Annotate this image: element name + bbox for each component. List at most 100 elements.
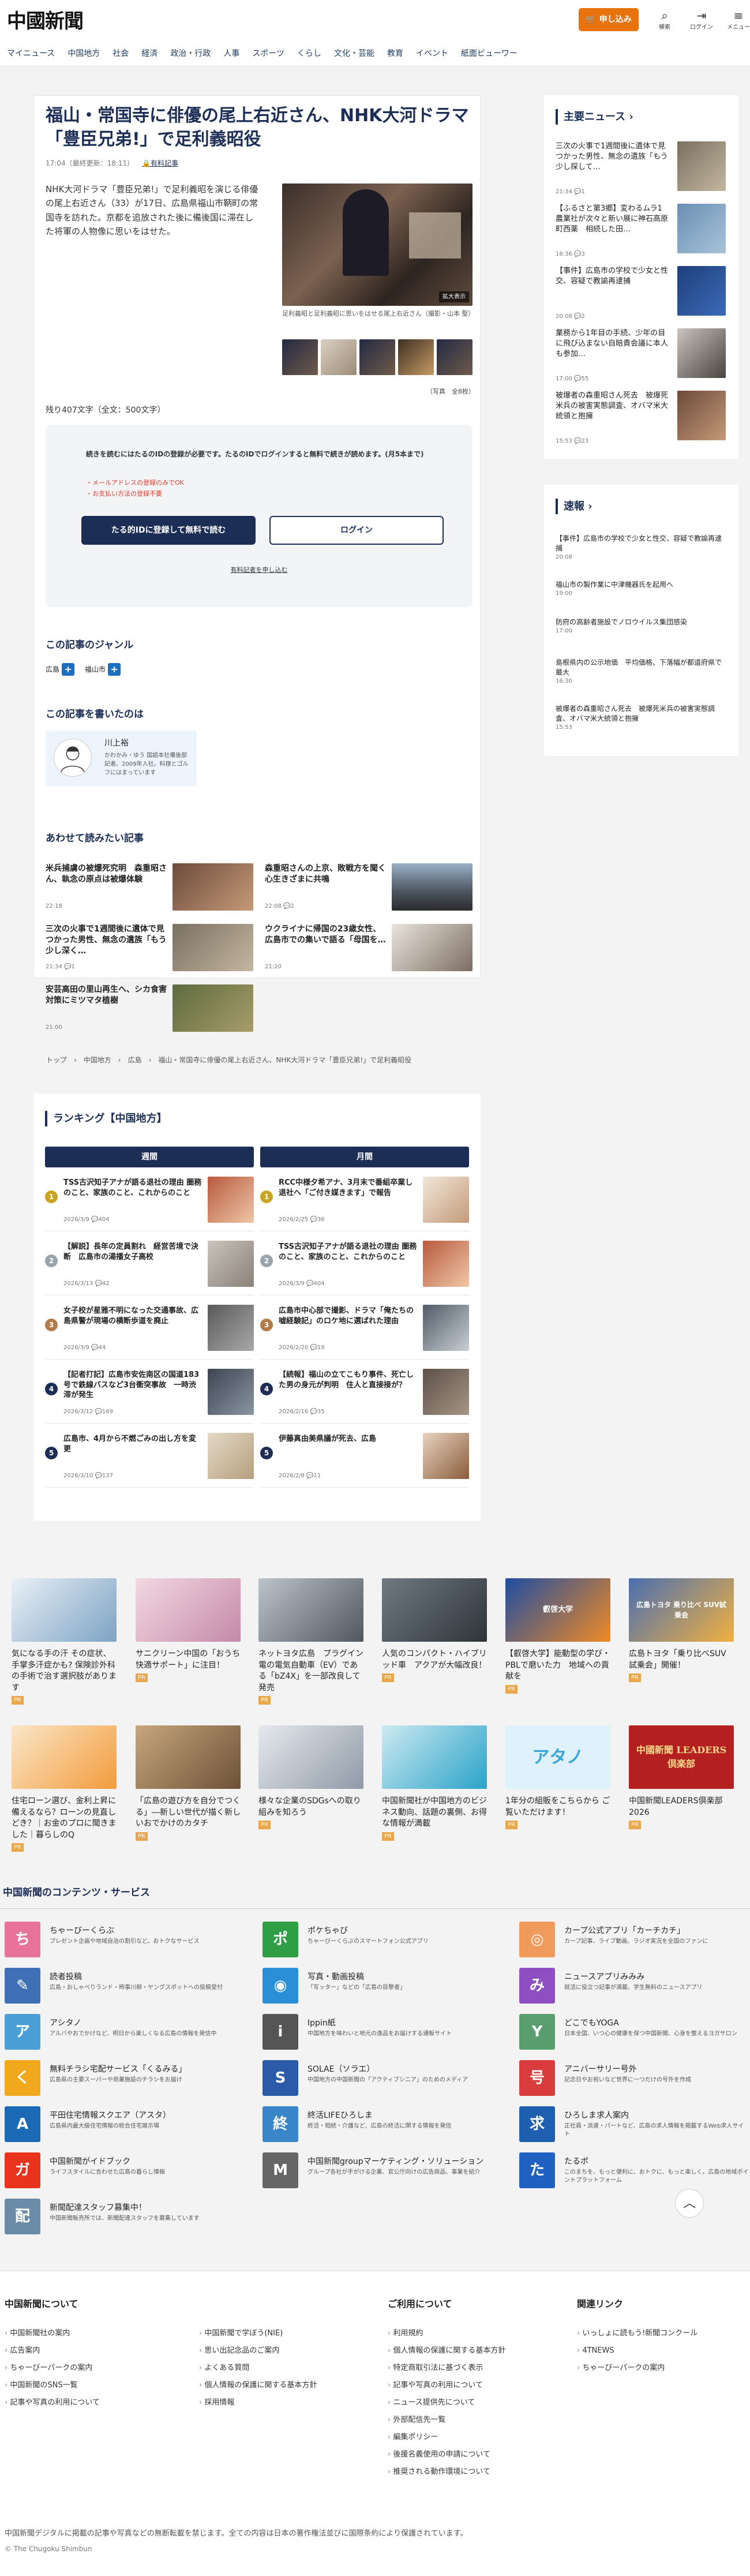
breaking-item[interactable]: 【事件】広島市の学校で少女と性交、容疑で教諭再逮捕 20:08 [556, 534, 726, 561]
service-item[interactable]: A 平田住宅情報スクエア（アスタ） 広島県内最大級住宅情報の総合住宅展示場 [5, 2106, 247, 2147]
follow-plus-icon[interactable]: + [108, 663, 121, 676]
related-article[interactable]: 森重昭さんの上京、敗戦方を聞く心生きざまに共鳴 22:08 💬2 [265, 863, 472, 915]
service-item[interactable]: ◎ カープ公式アプリ「カーチカチ」 カープ記事、ライブ動画、ラジオ実況を全国のファン… [519, 1922, 750, 1962]
ad-tile[interactable]: 広島トヨタ 乗り比べ SUV試乗会 広島トヨタ「乗り比べSUV試乗会」開催！ PR [629, 1578, 734, 1699]
service-item[interactable]: 終 終活LIFEひろしま 終活・相続・介護など、広島の終活に関する情報を発信 [262, 2106, 505, 2147]
service-item[interactable]: S SOLAE（ソラエ） 中国地方の中国新聞の「アクティブシニア」のためのメディア [262, 2060, 505, 2101]
site-logo[interactable]: 中國新聞 [7, 7, 84, 36]
back-to-top-button[interactable]: ︿ [675, 2189, 704, 2218]
footer-link[interactable]: 思い出記念品のご案内 [199, 2342, 317, 2360]
footer-link[interactable]: 採用情報 [199, 2394, 317, 2412]
footer-link[interactable]: 4TNEWS [577, 2342, 697, 2360]
ranking-item[interactable]: 3 女子校が星雅不明になった交通事故、広島県警が現場の横断歩道を廃止 2026/3/… [45, 1296, 254, 1360]
footer-link[interactable]: 個人情報の保護に関する基本方針 [388, 2342, 505, 2360]
footer-link[interactable]: いっしょに読もう!新聞コンクール [577, 2325, 697, 2342]
thumbnail[interactable] [321, 339, 357, 375]
login-button[interactable]: ⇥ ログイン [687, 8, 717, 33]
ranking-item[interactable]: 2 TSS古沢知子アナが語る退社の理由 圏務のこと、家族のこと、これからのこと 20… [260, 1231, 469, 1296]
footer-link[interactable]: 中国新聞のSNS一覧 [5, 2377, 100, 2394]
ad-tile[interactable]: アタノ 1年分の組販をこちらから ご覧いただけます！ PR [505, 1725, 610, 1847]
nav-item[interactable]: スポーツ [252, 48, 284, 60]
nav-item[interactable]: 経済 [141, 48, 158, 60]
breaking-item[interactable]: 島根県内の公示地価 平均価格、下落幅が都道府県で最大 16:30 [556, 658, 726, 686]
ranking-item[interactable]: 4 【続報】福山の立てこもり事件、死亡した男の身元が判明 住人と直接接が？ 2026… [260, 1360, 469, 1424]
footer-link[interactable]: 利用規約 [388, 2325, 505, 2342]
ad-tile[interactable]: 人気のコンパクト・ハイブリッド車 アクアが大幅改良！ PR [382, 1578, 487, 1699]
footer-link[interactable]: よくある質問 [199, 2360, 317, 2377]
menu-button[interactable]: ≡ メニュー [723, 8, 750, 33]
service-item[interactable]: ✎ 読者投稿 広島・おしゃべりランド・時事川柳・ヤングスポットへの投稿受付 [5, 1968, 247, 2008]
ad-tile[interactable]: 住宅ローン選び、金利上昇に備えるなら？ローンの見直しどき？｜お金のプロに聞きまし… [12, 1725, 117, 1852]
service-item[interactable]: ガ 中国新聞がイドブック ライフスタイルに合わせた広島の暮らし情報 [5, 2152, 247, 2193]
service-item[interactable]: たたるポ このまちを、もっと便利に、おトクに、もっと楽しく。広島の地域ポイントプラ… [519, 2152, 750, 2193]
paid-tag[interactable]: 🔒有料記事 [142, 159, 178, 167]
ad-tile[interactable]: 様々な企業のSDGsへの取り組みを知ろう PR [258, 1725, 363, 1847]
service-item[interactable]: Y どこでもYOGA 日本全国、いつ心の健康を保つ中国新聞、心身を整えるヨガサロン [519, 2014, 750, 2054]
service-item[interactable]: M 中国新聞groupマーケティング・ソリューション グループ各社が手がける企業、官… [262, 2152, 505, 2193]
news-item[interactable]: 【事件】広島市の学校で少女と性交、容疑で教諭再逮捕 20:08 💬2 [556, 266, 726, 326]
news-item[interactable]: 三次の火事で1週間後に遺体で見つかった男性、無念の遺族「もう少し探して… 21:3… [556, 141, 726, 201]
nav-item[interactable]: 教育 [387, 48, 403, 60]
footer-link[interactable]: ちゃーびーパークの案内 [5, 2360, 100, 2377]
nav-item[interactable]: 政治・行政 [170, 48, 211, 60]
news-item[interactable]: 業務から1年目の手続、少年の目に飛び込まない自賠責会議に本人も参加… 17:00 … [556, 328, 726, 388]
service-item[interactable]: 求ひろしま求人案内 正社員・派遣・パートなど、広島の求人情報を掲載するWeb求人サ… [519, 2106, 750, 2147]
footer-link[interactable]: 記事や写真の利用について [388, 2377, 505, 2394]
tab-weekly[interactable]: 週間 [45, 1147, 254, 1167]
footer-link[interactable]: 中国新聞で学ぼう(NIE) [199, 2325, 317, 2342]
service-item[interactable]: く 無料チラシ宅配サービス「くるみる」 広島県の主要スーパーや商業施設のチラシをお届… [5, 2060, 247, 2101]
footer-link[interactable]: 推奨される動作環境について [388, 2463, 505, 2481]
search-button[interactable]: ⌕ 検索 [650, 8, 680, 33]
nav-item[interactable]: 紙面ビューワー [461, 48, 518, 60]
footer-link[interactable]: 外部配信先一覧 [388, 2412, 505, 2429]
footer-link[interactable]: ちゃーびーパークの案内 [577, 2360, 697, 2377]
nav-item[interactable]: 文化・芸能 [334, 48, 374, 60]
ranking-item[interactable]: 2 【解説】長年の定員割れ 経営苦境で決断 広島市の湯播女子高校 2026/3/13… [45, 1231, 254, 1296]
tab-monthly[interactable]: 月間 [260, 1147, 469, 1167]
main-news-heading[interactable]: 主要ニュース › [556, 109, 633, 125]
thumbnail[interactable] [437, 339, 472, 375]
footer-link[interactable]: 後援名義使用の申請について [388, 2446, 505, 2463]
breadcrumb[interactable]: トップ › 中国地方 › 広島 › 福山・常国寺に俳優の尾上右近さん、NHK大河… [46, 1055, 411, 1065]
nav-item[interactable]: イベント [416, 48, 448, 60]
ad-tile[interactable]: ネットヨタ広島 プラグイン電の電気自動車（EV）である「bZ4X」を一部改良して… [258, 1578, 363, 1705]
nav-item[interactable]: 中国地方 [68, 48, 100, 60]
related-article[interactable]: 安芸高田の里山再生へ、シカ食害対策にミツマタ植樹 21:00 [46, 984, 253, 1036]
footer-link[interactable]: 個人情報の保護に関する基本方針 [199, 2377, 317, 2394]
ranking-item[interactable]: 4 【記者打記】広島市安佐南区の国道183号で鉄線バスなど3台衝突事故 一時渋滞が… [45, 1360, 254, 1424]
ad-tile[interactable]: 「広島の遊び方を自分でつくる」―新しい世代が描く新しいおでかけのカタチ PR [136, 1725, 241, 1847]
news-item[interactable]: 被爆者の森重昭さん死去 被爆死米兵の被害実態調査、オバマ米大統領と抱擁 15:53… [556, 391, 726, 451]
ranking-item[interactable]: 1 TSS古沢知子アナが語る退社の理由 圏務のこと、家族のこと、これからのこと 20… [45, 1167, 254, 1231]
breaking-item[interactable]: 被爆者の森重昭さん死去 被爆死米兵の被害実態調査、オバマ米大統領と抱擁 15:53 [556, 704, 726, 732]
related-article[interactable]: ウクライナに帰国の23歳女性、広島市での集いで語る「母国を… 21:20 [265, 924, 472, 976]
genre-tag[interactable]: 福山市 [85, 664, 106, 675]
service-item[interactable]: ア アシタノ アルバやおでかけなど、明日から楽しくなる広島の情報を発信中 [5, 2014, 247, 2054]
ad-tile[interactable]: 中国新聞社が中国地方のビジネス動向、話題の裏側、お得な情報が満載 PR [382, 1725, 487, 1847]
service-item[interactable]: ポ ポケちゃび ちゃーびーくらぶのスマートフォン公式アプリ [262, 1922, 505, 1962]
service-item[interactable]: i Ippin紙 中国地方を味わいと地元の逸品をお届けする通販サイト [262, 2014, 505, 2054]
footer-link[interactable]: 特定商取引法に基づく表示 [388, 2360, 505, 2377]
ranking-item[interactable]: 1 RCC中様夕希アナ、3月末で番組卒業し退社へ「ご付き媒きます」で報告 2026/… [260, 1167, 469, 1231]
footer-link[interactable]: 広告案内 [5, 2342, 100, 2360]
ranking-item[interactable]: 5 伊藤真由美県議が死去、広島 2026/2/8 💬11 [260, 1424, 469, 1488]
nav-item[interactable]: くらし [297, 48, 321, 60]
service-item[interactable]: 配 新聞配達スタッフ募集中！ 中国新聞販売所では、新聞配達スタッフを募集しています [5, 2199, 247, 2239]
hero-photo[interactable]: 拡大表示 [282, 184, 472, 306]
service-item[interactable]: ◉ 写真・動画投稿 「写ッター」などの「広島の目撃者」 [262, 1968, 505, 2008]
footer-link[interactable]: 記事や写真の利用について [5, 2394, 100, 2412]
news-item[interactable]: 【ふるさと第3郷】変わるムラ1 農業社が次々と新い展に神石高原町西薬 相続した田… [556, 204, 726, 264]
related-article[interactable]: 三次の火事で1週間後に遺体で見つかった男性、無念の遺族「もう少し深く… 21:3… [46, 924, 253, 976]
ad-tile[interactable]: 叡啓大学 【叡啓大学】能動型の学び・PBLで磨いた力 地域への貢献を PR [505, 1578, 610, 1699]
author-card[interactable]: 川上裕 かわかみ・ゆう 国語本社備後部記者。2009年入社。料理とゴルフにはまっ… [46, 731, 197, 786]
footer-link[interactable]: 中国新聞社の案内 [5, 2325, 100, 2342]
ranking-item[interactable]: 5 広島市、4月から不燃ごみの出し方を変更 2026/3/10 💬137 [45, 1424, 254, 1488]
thumbnail[interactable] [359, 339, 395, 375]
footer-link[interactable]: 編集ポリシー [388, 2429, 505, 2446]
follow-plus-icon[interactable]: + [62, 663, 75, 676]
subscribe-button[interactable]: 🛒 申し込み [579, 8, 639, 31]
breaking-heading[interactable]: 速報 › [556, 499, 592, 514]
service-item[interactable]: みニュースアプリみみみ 就活に役立つ記事が満載、学生無料のニュースアプリ [519, 1968, 750, 2008]
ad-tile[interactable]: 気になる手の汗 その症状、手掌多汗症かも? 保険診外科の手術で治す選択肢がありま… [12, 1578, 117, 1705]
ad-tile[interactable]: サニクリーン中国の「おうち快適サポート」に注目！ PR [136, 1578, 241, 1699]
breaking-item[interactable]: 福山市の製作業に中津機器氏を起用へ 19:00 [556, 580, 726, 598]
